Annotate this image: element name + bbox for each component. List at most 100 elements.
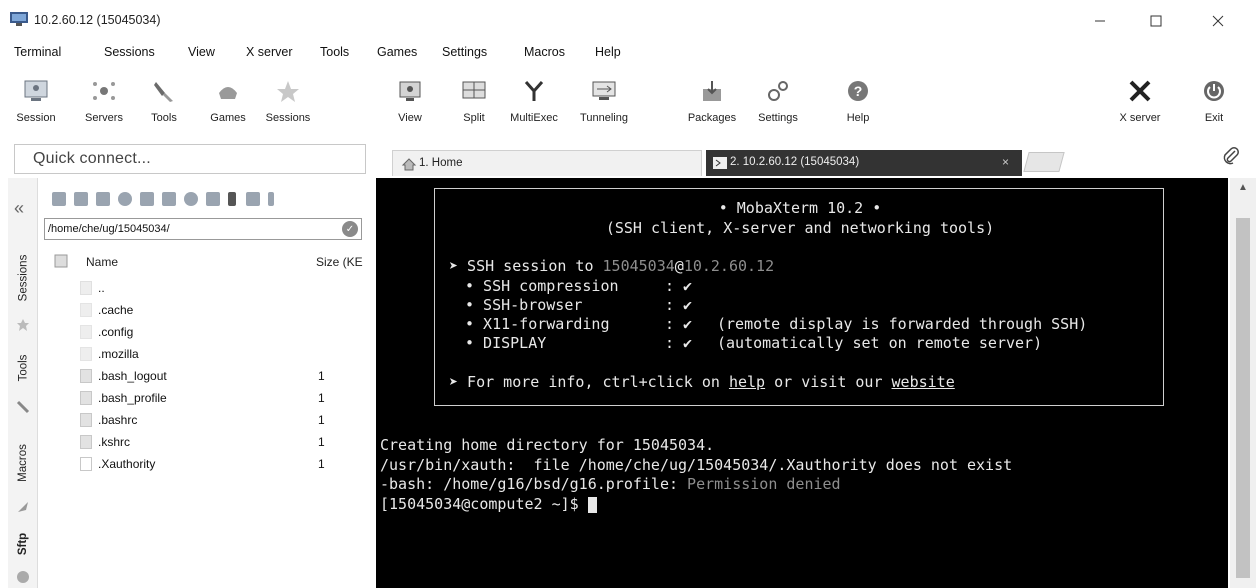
close-button[interactable] — [1196, 6, 1240, 36]
feature-value: : ✔ — [665, 315, 693, 333]
servers-icon — [88, 76, 120, 106]
macros-icon — [16, 500, 30, 517]
delete-icon[interactable] — [184, 192, 198, 206]
refresh-icon[interactable] — [118, 192, 132, 206]
file-row[interactable]: .bash_profile 1 — [40, 388, 370, 410]
feature-value: : ✔ — [665, 277, 693, 295]
path-input[interactable]: /home/che/ug/15045034/ ✓ — [44, 218, 362, 240]
feature-line: • SSH-browser — [465, 296, 583, 314]
maximize-button[interactable] — [1134, 6, 1178, 36]
terminal-prompt[interactable]: [15045034@compute2 ~]$ — [380, 495, 597, 513]
sidebar-tab-sessions[interactable]: Sessions — [8, 238, 38, 318]
menu-terminal[interactable]: Terminal — [14, 45, 61, 59]
terminal-line: Creating home directory for 15045034. — [380, 436, 715, 454]
scroll-up-icon[interactable]: ▲ — [1238, 182, 1248, 193]
file-row[interactable]: .cache — [40, 300, 370, 322]
file-row[interactable]: .. — [40, 278, 370, 300]
file-icon — [80, 435, 92, 449]
file-row[interactable]: .bashrc 1 — [40, 410, 370, 432]
tab-ssh-session[interactable]: 2. 10.2.60.12 (15045034) × — [706, 150, 1022, 176]
file-row[interactable]: .kshrc 1 — [40, 432, 370, 454]
view-button[interactable]: View — [380, 66, 440, 136]
file-row[interactable]: .config — [40, 322, 370, 344]
view-icon — [394, 76, 426, 106]
help-button[interactable]: ? Help — [828, 66, 888, 136]
collapse-sidebar-icon[interactable]: « — [14, 198, 24, 219]
sidebar-tab-macros[interactable]: Macros — [8, 428, 38, 498]
sessions-button[interactable]: Sessions — [258, 66, 318, 136]
svg-text:?: ? — [854, 83, 863, 99]
x-server-button[interactable]: X server — [1110, 66, 1170, 136]
sidebar-tab-tools[interactable]: Tools — [8, 338, 38, 398]
split-button[interactable]: Split — [444, 66, 504, 136]
download-icon[interactable] — [74, 192, 88, 206]
tools-button[interactable]: Tools — [134, 66, 194, 136]
power-icon — [1198, 76, 1230, 106]
file-icon — [80, 457, 92, 471]
xserver-icon — [1124, 76, 1156, 106]
menu-sessions[interactable]: Sessions — [104, 45, 155, 59]
sftp-icon — [16, 570, 30, 587]
split-icon — [458, 76, 490, 106]
permissions-icon[interactable] — [228, 192, 236, 206]
checkmark-icon[interactable]: ✓ — [342, 221, 358, 237]
close-icon — [1212, 15, 1224, 27]
terminal-pane[interactable]: • MobaXterm 10.2 • (SSH client, X-server… — [376, 178, 1228, 588]
menu-bar: Terminal Sessions View X server Tools Ga… — [0, 42, 1256, 64]
packages-button[interactable]: Packages — [682, 66, 742, 136]
help-link[interactable]: help — [729, 373, 765, 391]
menu-help[interactable]: Help — [595, 45, 621, 59]
exit-button[interactable]: Exit — [1184, 66, 1244, 136]
tab-home[interactable]: 1. Home — [392, 150, 702, 176]
feature-line: • SSH compression — [465, 277, 619, 295]
column-header-size[interactable]: Size (KE — [316, 255, 363, 269]
column-header-name[interactable]: Name — [86, 255, 118, 269]
menu-view[interactable]: View — [188, 45, 215, 59]
sftp-toolbar — [50, 192, 370, 212]
home-icon — [401, 158, 417, 171]
paperclip-icon[interactable] — [1222, 146, 1240, 171]
multiexec-button[interactable]: MultiExec — [504, 66, 564, 136]
folder-icon — [80, 347, 92, 361]
follow-terminal-icon[interactable] — [246, 192, 260, 206]
menu-settings[interactable]: Settings — [442, 45, 487, 59]
close-tab-icon[interactable]: × — [1002, 155, 1009, 169]
feature-value: : ✔ — [665, 296, 693, 314]
main-toolbar: Session Servers Tools Games Sessions Vie… — [0, 66, 1256, 138]
star-icon — [16, 318, 30, 335]
info-line: ➤ For more info, ctrl+click on help or v… — [449, 373, 955, 391]
new-file-icon[interactable] — [140, 192, 154, 206]
terminal-scrollbar[interactable]: ▲ — [1230, 178, 1256, 588]
help-icon: ? — [842, 76, 874, 106]
rename-icon[interactable] — [206, 192, 220, 206]
tunneling-button[interactable]: Tunneling — [574, 66, 634, 136]
feature-value: : ✔ — [665, 334, 693, 352]
folder-icon — [80, 325, 92, 339]
file-header-icon — [54, 254, 68, 271]
menu-x-server[interactable]: X server — [246, 45, 293, 59]
file-row[interactable]: .Xauthority 1 — [40, 454, 370, 476]
scrollbar-thumb[interactable] — [1236, 218, 1250, 578]
new-tab-button[interactable] — [1023, 152, 1065, 172]
minimize-button[interactable] — [1078, 6, 1122, 36]
quick-connect-input[interactable]: Quick connect... — [14, 144, 366, 174]
file-row[interactable]: .bash_logout 1 — [40, 366, 370, 388]
more-icon[interactable] — [268, 192, 274, 206]
menu-tools[interactable]: Tools — [320, 45, 349, 59]
maximize-icon — [1150, 15, 1162, 27]
file-icon — [80, 391, 92, 405]
servers-button[interactable]: Servers — [74, 66, 134, 136]
games-button[interactable]: Games — [198, 66, 258, 136]
website-link[interactable]: website — [892, 373, 955, 391]
go-up-icon[interactable] — [52, 192, 66, 206]
file-row[interactable]: .mozilla — [40, 344, 370, 366]
session-icon — [20, 76, 52, 106]
sidebar-tab-sftp[interactable]: Sftp — [8, 524, 38, 564]
upload-icon[interactable] — [96, 192, 110, 206]
settings-button[interactable]: Settings — [748, 66, 808, 136]
menu-macros[interactable]: Macros — [524, 45, 565, 59]
menu-games[interactable]: Games — [377, 45, 417, 59]
new-folder-icon[interactable] — [162, 192, 176, 206]
session-button[interactable]: Session — [6, 66, 66, 136]
sidebar-tabs: « Sessions Tools Macros Sftp — [8, 178, 38, 588]
